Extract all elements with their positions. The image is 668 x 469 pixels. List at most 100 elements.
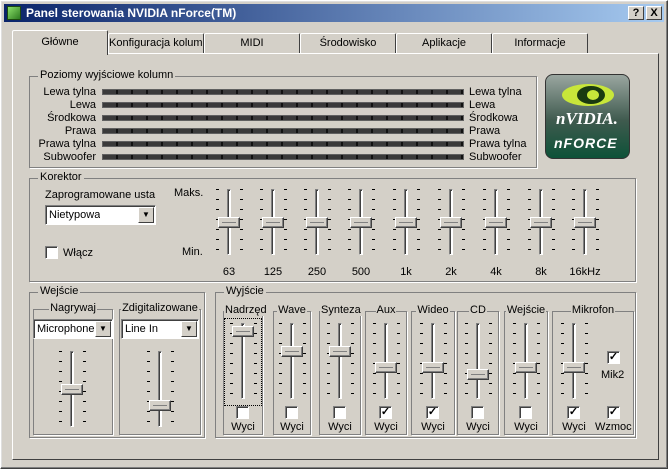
close-button[interactable]: X	[646, 6, 662, 20]
level-meter	[102, 102, 464, 108]
tab-konfiguracja-kolumn[interactable]: Konfiguracja kolumn	[108, 33, 204, 53]
mic2-checkbox[interactable]: ✓	[607, 351, 620, 364]
mute-label: Wyci	[421, 421, 445, 433]
boost-checkbox[interactable]: ✓	[607, 406, 620, 419]
mixer-volume-slider-track[interactable]	[476, 323, 480, 399]
mixer-volume-slider-thumb[interactable]	[329, 345, 351, 357]
mute-checkbox[interactable]	[519, 406, 532, 419]
digital-level-slider-track[interactable]	[158, 351, 162, 427]
mixer-channel-label: Nadrzęd	[224, 304, 268, 316]
channel-label-left: Prawa tylna	[38, 138, 96, 150]
eq-slider-thumb[interactable]	[530, 216, 552, 228]
level-meter	[102, 141, 464, 147]
mixer-channel-label: Mikrofon	[570, 304, 616, 316]
eq-band-label: 16kHz	[569, 266, 601, 278]
input-label: Wejście	[38, 285, 81, 297]
mixer-volume-slider-thumb[interactable]	[422, 362, 444, 373]
mute-label: Wyci	[231, 421, 255, 433]
tab-aplikacje[interactable]: Aplikacje	[396, 33, 492, 53]
record-source-value: Microphone	[37, 323, 95, 335]
eq-enable-checkbox[interactable]	[45, 246, 58, 259]
eq-slider-thumb[interactable]	[306, 216, 328, 228]
record-level-slider-thumb[interactable]	[61, 383, 83, 395]
mixer-volume-slider-thumb[interactable]	[281, 345, 303, 357]
mute-checkbox[interactable]	[333, 406, 346, 419]
tick-marks	[507, 189, 510, 255]
chevron-down-icon[interactable]: ▼	[181, 321, 197, 337]
channel-label-left: Prawa	[64, 125, 96, 137]
eq-slider-thumb[interactable]	[395, 216, 417, 228]
mute-checkbox[interactable]	[236, 406, 249, 419]
mixer-channel-label: Wejście	[505, 304, 547, 316]
mixer-volume-slider-thumb[interactable]	[515, 362, 537, 373]
chevron-down-icon[interactable]: ▼	[95, 321, 111, 337]
tick-marks	[279, 323, 282, 399]
digital-level-slider-thumb[interactable]	[149, 399, 171, 411]
tab-informacje[interactable]: Informacje	[492, 33, 588, 53]
help-button[interactable]: ?	[628, 6, 644, 20]
mic2-label: Mik2	[601, 369, 625, 381]
eq-slider-thumb[interactable]	[440, 216, 462, 228]
tick-marks	[513, 323, 516, 399]
channel-label-right: Lewa	[469, 99, 496, 111]
tab-glowne[interactable]: Główne	[12, 30, 108, 55]
eq-slider-thumb[interactable]	[218, 216, 240, 228]
eq-slider-thumb[interactable]	[574, 216, 596, 228]
mute-checkbox[interactable]	[471, 406, 484, 419]
digital-source-select[interactable]: Line In ▼	[121, 319, 199, 339]
equalizer-label: Korektor	[38, 171, 84, 183]
mixer-volume-slider-thumb[interactable]	[375, 362, 397, 373]
mixer-volume-slider-track[interactable]	[384, 323, 388, 399]
tick-marks	[397, 323, 400, 399]
tab-midi[interactable]: MIDI	[204, 33, 300, 53]
eq-min-label: Min.	[182, 246, 203, 258]
preset-select[interactable]: Nietypowa ▼	[45, 205, 156, 225]
record-label: Nagrywaj	[49, 302, 97, 314]
preset-label: Zaprogramowane usta	[45, 189, 156, 201]
mixer-volume-slider-track[interactable]	[431, 323, 435, 399]
mute-checkbox[interactable]: ✓	[426, 406, 439, 419]
mute-checkbox[interactable]: ✓	[567, 406, 580, 419]
mixer-volume-slider-track[interactable]	[290, 323, 294, 399]
tick-marks	[444, 323, 447, 399]
channel-label-left: Subwoofer	[43, 151, 96, 163]
mixer-volume-slider-thumb[interactable]	[563, 362, 585, 373]
mixer-volume-slider-track[interactable]	[572, 323, 576, 399]
channel-label-right: Prawa tylna	[469, 138, 527, 150]
eq-band-label: 1k	[400, 266, 412, 278]
level-meter	[102, 154, 464, 160]
mute-checkbox[interactable]: ✓	[379, 406, 392, 419]
eq-slider-thumb[interactable]	[485, 216, 507, 228]
tick-marks	[420, 323, 423, 399]
boost-label: Wzmoc	[595, 421, 632, 433]
level-meter	[102, 115, 464, 121]
mixer-volume-slider-track[interactable]	[338, 323, 342, 399]
tick-marks	[372, 189, 375, 255]
mixer-volume-slider-thumb[interactable]	[467, 368, 489, 380]
mixer-volume-slider-thumb[interactable]	[232, 326, 254, 338]
mute-checkbox[interactable]	[285, 406, 298, 419]
preset-value: Nietypowa	[49, 209, 101, 221]
tick-marks	[327, 323, 330, 399]
mixer-channel-label: Wave	[277, 304, 307, 316]
mixer-channel-label: Aux	[375, 304, 397, 316]
tick-marks	[465, 323, 468, 399]
tick-marks	[351, 323, 354, 399]
nforce-product-text: nFORCE	[554, 135, 618, 151]
tick-marks	[171, 351, 174, 427]
mute-label: Wyci	[374, 421, 398, 433]
chevron-down-icon[interactable]: ▼	[138, 207, 154, 223]
record-source-select[interactable]: Microphone ▼	[33, 319, 113, 339]
eq-slider-thumb[interactable]	[262, 216, 284, 228]
mute-label: Wyci	[466, 421, 490, 433]
channel-label-left: Lewa	[69, 99, 96, 111]
tick-marks	[254, 323, 257, 399]
mixer-volume-slider-track[interactable]	[524, 323, 528, 399]
tab-srodowisko[interactable]: Środowisko	[300, 33, 396, 53]
tick-marks	[147, 351, 150, 427]
eq-slider-thumb[interactable]	[350, 216, 372, 228]
mute-label: Wyci	[328, 421, 352, 433]
app-icon	[7, 6, 21, 20]
eq-enable-label: Włącz	[63, 247, 93, 259]
output-levels-label: Poziomy wyjściowe kolumn	[38, 69, 176, 81]
